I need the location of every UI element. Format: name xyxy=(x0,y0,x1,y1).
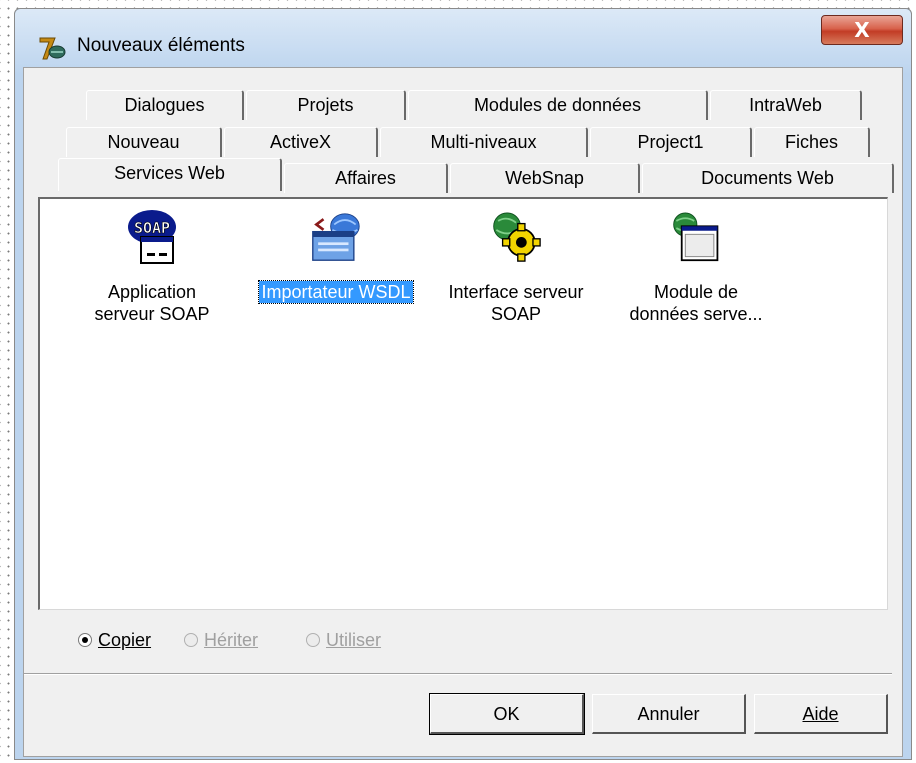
list-item[interactable]: SOAP Application serveur SOAP xyxy=(62,209,242,325)
item-label-selected: Importateur WSDL xyxy=(258,280,414,304)
soap-badge-text: SOAP xyxy=(134,219,170,237)
items-list-view[interactable]: SOAP Application serveur SOAP Importateur… xyxy=(38,197,888,610)
list-item[interactable]: Module de données serve... xyxy=(606,209,786,325)
tab-nouveau[interactable]: Nouveau xyxy=(66,127,222,157)
soap-server-interface-icon xyxy=(493,212,541,262)
ok-button[interactable]: OK xyxy=(429,693,585,735)
tab-modules-de-donnees[interactable]: Modules de données xyxy=(408,90,708,120)
item-label: Application serveur SOAP xyxy=(94,282,210,324)
cancel-button[interactable]: Annuler xyxy=(592,694,746,734)
list-item[interactable]: Interface serveur SOAP xyxy=(426,209,606,325)
tab-affaires[interactable]: Affaires xyxy=(284,163,448,193)
item-label: Interface serveur SOAP xyxy=(448,282,584,324)
soap-server-app-icon: SOAP xyxy=(128,210,176,264)
title-bar[interactable]: Nouveaux éléments X xyxy=(15,9,911,75)
footer-divider xyxy=(24,673,892,675)
tab-dialogues[interactable]: Dialogues xyxy=(86,90,244,120)
help-button[interactable]: Aide xyxy=(754,694,888,734)
tab-websnap[interactable]: WebSnap xyxy=(450,163,640,193)
list-item[interactable]: Importateur WSDL xyxy=(246,209,426,304)
radio-heriter[interactable]: Hériter xyxy=(184,630,258,651)
wsdl-importer-icon xyxy=(312,213,360,261)
tab-projets[interactable]: Projets xyxy=(246,90,406,120)
window-title: Nouveaux éléments xyxy=(77,35,245,56)
tab-multi-niveaux[interactable]: Multi-niveaux xyxy=(380,127,588,157)
radio-unchecked-icon xyxy=(184,633,198,647)
close-icon: X xyxy=(854,18,870,42)
radio-utiliser[interactable]: Utiliser xyxy=(306,630,381,651)
close-button[interactable]: X xyxy=(821,15,903,45)
item-label: Module de données serve... xyxy=(629,282,763,324)
soap-data-module-icon xyxy=(673,212,719,262)
tab-activex[interactable]: ActiveX xyxy=(224,127,378,157)
tab-services-web[interactable]: Services Web xyxy=(58,158,282,191)
radio-unchecked-icon xyxy=(306,633,320,647)
tab-intraweb[interactable]: IntraWeb xyxy=(710,90,862,120)
tab-project1[interactable]: Project1 xyxy=(590,127,752,157)
delphi-7-icon xyxy=(39,37,66,60)
tab-documents-web[interactable]: Documents Web xyxy=(642,163,894,193)
radio-checked-icon xyxy=(78,633,92,647)
tab-fiches[interactable]: Fiches xyxy=(754,127,870,157)
radio-copier[interactable]: Copier xyxy=(78,630,151,651)
